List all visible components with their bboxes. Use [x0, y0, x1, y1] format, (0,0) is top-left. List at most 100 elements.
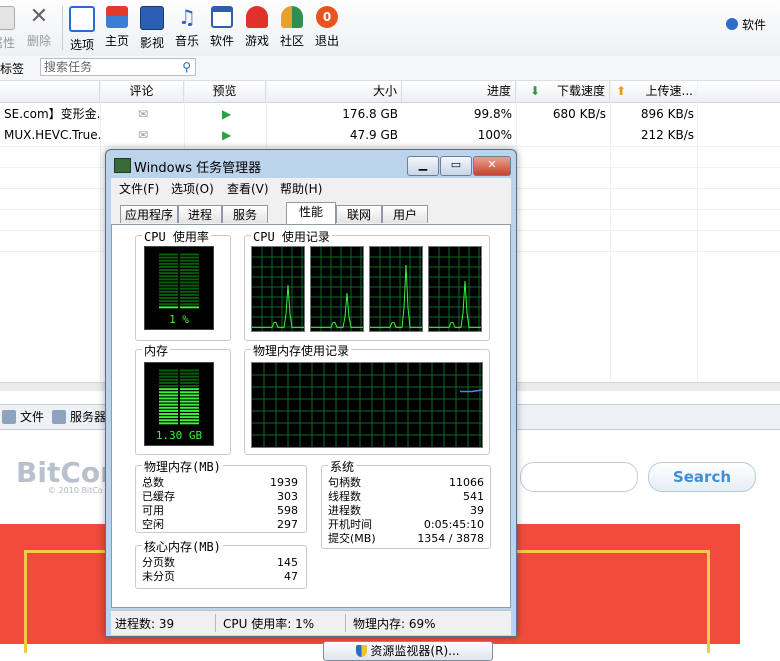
meter-segment	[180, 253, 199, 256]
web-search-input[interactable]	[520, 462, 638, 492]
maximize-button[interactable]: ▭	[440, 156, 472, 176]
stat-value: 11066	[449, 476, 484, 489]
comment-mail-icon[interactable]: ✉	[134, 104, 154, 125]
tab-files[interactable]: 文件	[0, 408, 44, 426]
meter-segment	[180, 278, 199, 281]
cpu-core-graph-plot	[252, 247, 304, 331]
grid-line	[0, 146, 780, 147]
tag-label: 标签	[0, 62, 25, 76]
software-button[interactable]: 软件	[205, 6, 239, 49]
options-button[interactable]: 选项	[65, 6, 99, 53]
stat-value: 541	[463, 490, 484, 503]
properties-button[interactable]: 属性	[0, 6, 20, 51]
meter-segment	[159, 300, 178, 303]
close-icon: ✕	[487, 158, 497, 171]
stat-label: 空闲	[142, 518, 164, 531]
stat-value: 1939	[270, 476, 298, 489]
close-button[interactable]: ✕	[473, 156, 511, 176]
column-comment[interactable]: 评论	[100, 81, 184, 102]
exit-button[interactable]: 0 退出	[310, 6, 344, 49]
resource-monitor-button[interactable]: 资源监视器(R)...	[323, 641, 493, 661]
stat-value: 47	[284, 570, 298, 583]
menu-options[interactable]: 选项(O)	[171, 180, 214, 197]
meter-segment	[180, 419, 199, 422]
column-progress[interactable]: 进度	[402, 81, 516, 102]
comment-mail-icon[interactable]: ✉	[134, 125, 154, 146]
task-download-speed: 680 KB/s	[552, 107, 606, 121]
menu-view[interactable]: 查看(V)	[227, 180, 269, 197]
meter-segment	[159, 391, 178, 394]
meter-segment	[159, 385, 178, 387]
tab-processes[interactable]: 进程	[178, 205, 222, 223]
minimize-button[interactable]: ▁	[407, 156, 439, 176]
task-row[interactable]: MUX.HEVC.True... ✉ ▶ 47.9 GB 100% 212 KB…	[0, 125, 780, 146]
home-label: 主页	[104, 34, 129, 48]
tab-servers[interactable]: 服务器	[50, 408, 106, 426]
cpu-history-line	[252, 284, 304, 328]
options-icon	[69, 6, 95, 32]
tab-users[interactable]: 用户	[382, 205, 428, 223]
stat-row: 空闲 297	[142, 518, 298, 531]
menu-file[interactable]: 文件(F)	[119, 180, 159, 197]
web-search-button[interactable]: Search	[648, 462, 756, 492]
globe-icon	[726, 18, 738, 30]
game-button[interactable]: 游戏	[240, 6, 274, 49]
meter-segment	[180, 372, 199, 375]
task-row[interactable]: SE.com】变形金... ✉ ▶ 176.8 GB 99.8% 680 KB/…	[0, 104, 780, 125]
meter-segment	[159, 272, 178, 275]
kernel-memory-group: 核心内存(MB) 分页数 145 未分页 47	[135, 538, 307, 589]
software-menu-button[interactable]: 软件	[726, 16, 766, 33]
column-size[interactable]: 大小	[266, 81, 402, 102]
meter-segment	[180, 397, 199, 400]
task-manager-icon	[114, 158, 131, 173]
stat-value: 598	[277, 504, 298, 517]
meter-segment	[180, 391, 199, 394]
system-group: 系统 句柄数 11066 线程数 541 进程数 39 开机时间 0:05:45:10 …	[321, 458, 491, 549]
meter-segment	[180, 369, 199, 372]
cpu-usage-group: CPU 使用率 1 %	[135, 228, 231, 341]
meter-segment	[159, 381, 178, 384]
cpu-usage-meter: 1 %	[144, 246, 214, 330]
memory-group: 内存 1.30 GB	[135, 342, 231, 455]
stat-row: 开机时间 0:05:45:10	[328, 518, 484, 531]
home-button[interactable]: 主页	[100, 6, 134, 49]
tab-performance[interactable]: 性能	[286, 202, 336, 224]
meter-segment	[180, 290, 199, 293]
music-button[interactable]: ♫ 音乐	[170, 6, 204, 49]
meter-segment	[159, 375, 178, 378]
game-icon	[246, 6, 268, 28]
cpu-core-graph	[369, 246, 423, 332]
memory-label: 内存	[142, 342, 171, 359]
status-divider	[345, 614, 346, 632]
status-bar: 进程数: 39 CPU 使用率: 1% 物理内存: 69%	[111, 610, 511, 635]
community-button[interactable]: 社区	[275, 6, 309, 49]
tab-applications[interactable]: 应用程序	[120, 205, 178, 223]
arrow-down-icon: ⬇	[530, 84, 541, 98]
tab-services[interactable]: 服务	[222, 205, 268, 223]
column-download-speed[interactable]: ⬇ 下载速度	[516, 81, 610, 102]
task-progress: 100%	[477, 128, 512, 142]
delete-button[interactable]: ✕ 删除	[22, 6, 56, 49]
task-download-speed	[516, 125, 610, 146]
column-name[interactable]	[0, 81, 100, 102]
physical-memory-label: 物理内存(MB)	[142, 458, 223, 475]
meter-segment	[159, 269, 178, 271]
column-preview[interactable]: 预览	[184, 81, 266, 102]
cpu-core-graph	[251, 246, 305, 332]
stat-label: 开机时间	[328, 518, 372, 531]
preview-play-icon[interactable]: ▶	[218, 104, 238, 125]
menu-help[interactable]: 帮助(H)	[280, 180, 322, 197]
tab-networking[interactable]: 联网	[336, 205, 382, 223]
column-upload-speed[interactable]: ⬆ 上传速...	[610, 81, 698, 102]
task-search-input[interactable]: 搜索任务 ⚲	[40, 58, 196, 76]
task-upload-speed: 896 KB/s	[640, 107, 694, 121]
preview-play-icon[interactable]: ▶	[218, 125, 238, 146]
meter-segment	[159, 253, 178, 256]
meter-segment	[159, 259, 178, 262]
movie-button[interactable]: 影视	[135, 6, 169, 51]
shield-icon	[356, 645, 368, 657]
meter-segment	[180, 400, 199, 403]
meter-segment	[159, 256, 178, 259]
cpu-history-label: CPU 使用记录	[251, 228, 332, 245]
window-title-text: Windows 任务管理器	[134, 161, 262, 176]
